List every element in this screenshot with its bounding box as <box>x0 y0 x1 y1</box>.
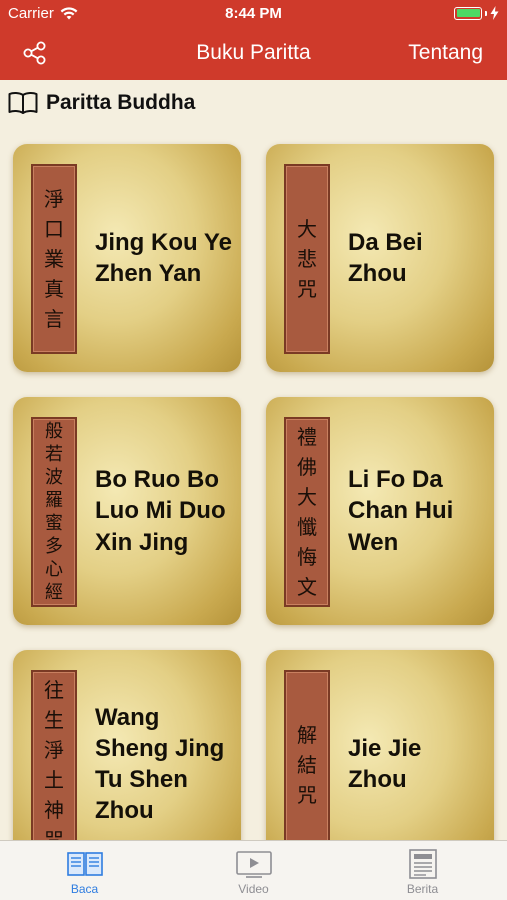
label-character: 解 <box>297 723 317 747</box>
tab-bar: Baca Video Berita <box>0 840 507 900</box>
label-character: 咒 <box>297 277 317 301</box>
card-chinese-label: 禮佛大懺悔文 <box>284 417 330 607</box>
tab-baca-label: Baca <box>70 882 99 896</box>
app-header: Carrier 8:44 PM Buku Paritta Tentang <box>0 0 507 80</box>
nav-bar: Buku Paritta Tentang <box>0 28 507 78</box>
book-tab-icon <box>66 852 103 876</box>
label-character: 波 <box>45 466 63 488</box>
card-title: Jing Kou Ye Zhen Yan <box>95 228 232 287</box>
label-character: 言 <box>44 307 64 331</box>
label-character: 般 <box>45 420 63 442</box>
label-character: 業 <box>44 247 64 271</box>
paritta-card[interactable]: 淨口業真言 Jing Kou Ye Zhen Yan <box>13 144 241 372</box>
bolt-icon <box>490 6 499 20</box>
label-character: 佛 <box>297 455 317 479</box>
newspaper-tab-icon <box>408 849 437 879</box>
tab-video-label: Video <box>238 882 269 896</box>
label-character: 大 <box>297 217 317 241</box>
paritta-card[interactable]: 禮佛大懺悔文 Li Fo Da Chan Hui Wen <box>266 397 494 625</box>
tab-video[interactable]: Video <box>169 841 338 900</box>
label-character: 咒 <box>297 783 317 807</box>
label-character: 多 <box>45 536 63 558</box>
label-character: 羅 <box>45 489 63 511</box>
tab-berita-label: Berita <box>406 882 439 896</box>
paritta-card[interactable]: 大悲咒 Da Bei Zhou <box>266 144 494 372</box>
status-bar: Carrier 8:44 PM <box>0 0 507 28</box>
label-character: 蜜 <box>45 513 63 534</box>
label-character: 淨 <box>44 738 64 762</box>
label-character: 結 <box>297 753 317 777</box>
card-title: Bo Ruo Bo Luo Mi Duo Xin Jing <box>95 466 226 556</box>
card-chinese-label: 淨口業真言 <box>31 164 77 354</box>
card-chinese-label: 般若波羅蜜多心經 <box>31 417 77 607</box>
battery-icon <box>454 6 482 20</box>
label-character: 若 <box>45 443 63 465</box>
label-character: 禮 <box>297 425 317 449</box>
label-character: 心 <box>45 559 63 581</box>
label-character: 悲 <box>297 247 317 271</box>
label-character: 神 <box>44 798 64 822</box>
card-chinese-label: 往生淨土神咒 <box>31 670 77 860</box>
label-character: 淨 <box>44 187 64 211</box>
label-character: 悔 <box>297 545 317 569</box>
open-book-icon <box>8 91 38 114</box>
label-character: 真 <box>44 277 64 301</box>
paritta-card[interactable]: 般若波羅蜜多心經 Bo Ruo Bo Luo Mi Duo Xin Jing <box>13 397 241 625</box>
tab-berita[interactable]: Berita <box>338 841 507 900</box>
status-time: 8:44 PM <box>225 5 282 22</box>
tab-baca[interactable]: Baca <box>0 841 169 900</box>
label-character: 經 <box>45 582 63 604</box>
label-character: 大 <box>297 485 317 509</box>
video-tab-icon <box>235 851 272 878</box>
section-title: Paritta Buddha <box>46 91 196 114</box>
card-chinese-label: 解結咒 <box>284 670 330 860</box>
card-title: Li Fo Da Chan Hui Wen <box>348 466 454 556</box>
label-character: 口 <box>44 217 64 241</box>
label-character: 生 <box>44 708 64 732</box>
label-character: 文 <box>297 575 317 599</box>
label-character: 懺 <box>297 515 317 539</box>
label-character: 土 <box>44 768 64 792</box>
card-title: Da Bei Zhou <box>348 228 423 287</box>
section-header: Paritta Buddha <box>8 86 195 120</box>
label-character: 往 <box>44 678 64 702</box>
battery-indicator <box>454 6 499 20</box>
about-button[interactable]: Tentang <box>408 41 483 65</box>
card-chinese-label: 大悲咒 <box>284 164 330 354</box>
